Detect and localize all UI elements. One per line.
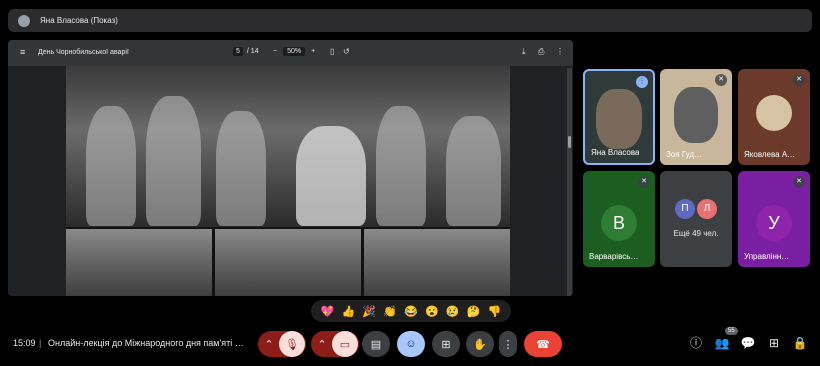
pdf-page [66, 66, 510, 296]
camera-off-icon[interactable]: ▭ [332, 331, 358, 357]
mic-off-icon: ✕ [793, 176, 805, 188]
activities-icon[interactable]: ⊞ [766, 335, 782, 351]
download-icon[interactable]: ⤓ [522, 48, 526, 56]
avatar: П [675, 199, 695, 219]
mic-off-icon: ✕ [793, 74, 805, 86]
presentation-stage: ≡ День Чорнобильської аварії 5 / 14 − 50… [8, 40, 573, 296]
zoom-control: − 50% + [273, 47, 315, 56]
reaction-thumbs-down[interactable]: 👎 [488, 305, 502, 318]
participant-name: Яна Власова [591, 148, 640, 157]
present-icon[interactable]: ⊞ [432, 331, 460, 357]
menu-icon[interactable]: ≡ [20, 48, 25, 57]
chevron-up-icon[interactable]: ⌃ [312, 338, 332, 351]
participant-tile[interactable]: ✕ Зоя Гуд… [660, 69, 732, 165]
more-options-icon[interactable]: ⋮ [499, 331, 517, 357]
separator: | [39, 338, 42, 348]
host-controls-icon[interactable]: 🔒 [792, 335, 808, 351]
participant-name: Управлінн… [744, 252, 790, 261]
page-indicator: 5 / 14 [233, 47, 259, 56]
participant-tile[interactable]: ✕ Яковлева А… [738, 69, 810, 165]
avatar: У [756, 205, 792, 241]
zoom-out-icon[interactable]: − [273, 48, 277, 55]
people-icon[interactable]: 👥 [714, 335, 730, 351]
photo-parade [364, 229, 510, 296]
leave-call-button[interactable]: ☎ [524, 331, 562, 357]
participant-name: Яковлева А… [744, 150, 796, 159]
more-participants-tile[interactable]: П Л Ещё 49 чел. [660, 171, 732, 267]
chat-icon[interactable]: 💬 [740, 335, 756, 351]
emoji-icon[interactable]: ☺ [397, 331, 425, 357]
reaction-heart[interactable]: 💖 [321, 305, 335, 318]
reaction-party[interactable]: 🎉 [362, 305, 376, 318]
page-total: / 14 [246, 48, 259, 55]
page-input[interactable]: 5 [233, 47, 243, 56]
print-icon[interactable]: ⎙ [538, 48, 544, 56]
reaction-surprised[interactable]: 😮 [425, 305, 439, 318]
mic-control[interactable]: ⌃ 🎙 [258, 331, 306, 357]
clock: 15:09 [13, 338, 36, 348]
people-count-badge: 55 [725, 327, 738, 335]
pdf-title: День Чорнобильської аварії [38, 49, 129, 56]
reaction-laugh[interactable]: 😂 [404, 305, 418, 318]
participant-name: Варварівсь… [589, 252, 639, 261]
reaction-thumbs-up[interactable]: 👍 [341, 305, 355, 318]
bottom-bar: 15:09 | Онлайн-лекція до Міжнародного дн… [0, 326, 820, 366]
participant-name: Зоя Гуд… [666, 150, 703, 159]
meeting-title: Онлайн-лекція до Міжнародного дня пам'ят… [48, 338, 244, 348]
camera-control[interactable]: ⌃ ▭ [311, 331, 359, 357]
avatar: В [601, 205, 637, 241]
photo-portraits [215, 229, 361, 296]
avatar [756, 95, 792, 131]
reactions-bar: 💖 👍 🎉 👏 😂 😮 😢 🤔 👎 [311, 300, 511, 322]
photo-crowd [66, 229, 212, 296]
avatar: Л [697, 199, 717, 219]
mic-off-icon: ✕ [715, 74, 727, 86]
mic-off-icon: ✕ [638, 176, 650, 188]
rotate-icon[interactable]: ↺ [343, 48, 350, 56]
raise-hand-icon[interactable]: ✋ [466, 331, 494, 357]
video-feed [596, 89, 642, 149]
participant-tile[interactable]: В ✕ Варварівсь… [583, 171, 655, 267]
participant-tile[interactable]: ⋮ Яна Власова [583, 69, 655, 165]
captions-icon[interactable]: ▤ [362, 331, 390, 357]
speaking-icon: ⋮ [636, 76, 648, 88]
photo-celebration [66, 66, 510, 227]
zoom-in-icon[interactable]: + [311, 48, 315, 55]
presenter-label: Яна Власова (Показ) [40, 16, 118, 25]
reaction-sad[interactable]: 😢 [446, 305, 460, 318]
mic-off-icon[interactable]: 🎙 [279, 331, 305, 357]
chevron-up-icon[interactable]: ⌃ [259, 338, 279, 351]
video-feed [674, 87, 718, 143]
reaction-thinking[interactable]: 🤔 [467, 305, 481, 318]
participant-tile[interactable]: У ✕ Управлінн… [738, 171, 810, 267]
scrollbar[interactable] [567, 68, 572, 296]
zoom-level[interactable]: 50% [283, 47, 306, 56]
fit-page-icon[interactable]: ▯ [330, 48, 334, 56]
presenter-bar: Яна Власова (Показ) [8, 9, 812, 32]
more-participants-label: Ещё 49 чел. [673, 229, 719, 238]
meeting-info-icon[interactable]: ⓘ [688, 335, 704, 351]
presenter-avatar [18, 14, 30, 27]
more-options-icon[interactable]: ⋮ [556, 48, 564, 56]
reaction-clap[interactable]: 👏 [383, 305, 397, 318]
pdf-toolbar: ≡ День Чорнобильської аварії 5 / 14 − 50… [8, 40, 573, 66]
